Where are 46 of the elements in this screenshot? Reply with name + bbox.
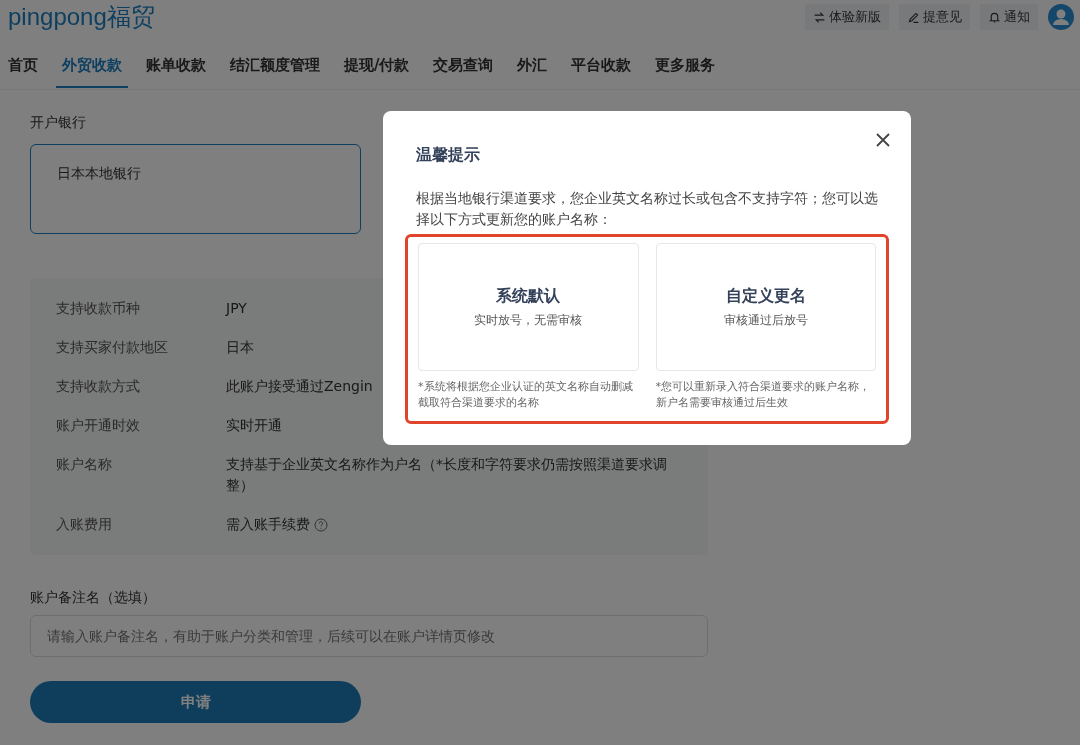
info-label: 入账费用	[56, 515, 113, 534]
info-value: 需入账手续费	[226, 515, 310, 534]
option-note: *系统将根据您企业认证的英文名称自动删减截取符合渠道要求的名称	[418, 379, 634, 411]
info-value: 支持基于企业英文名称作为户名（*长度和字符要求仍需按照渠道要求调整）	[226, 455, 668, 495]
nav-tab[interactable]: 外汇	[511, 42, 554, 88]
nav-tab[interactable]: 交易查询	[427, 42, 500, 88]
info-value: 日本	[226, 338, 254, 357]
header-action[interactable]: 提意见	[899, 4, 970, 30]
bank-option[interactable]: 日本本地银行	[30, 144, 361, 234]
option-title: 自定义更名	[725, 286, 806, 307]
brand-logo[interactable]: pingpong福贸	[8, 1, 155, 33]
info-label: 支持收款币种	[56, 299, 141, 318]
nav-tab[interactable]: 更多服务	[649, 42, 722, 88]
pencil-icon	[907, 10, 920, 24]
info-value: JPY	[226, 299, 247, 318]
arrows-icon	[813, 10, 826, 24]
bell-icon	[988, 10, 1001, 24]
info-label: 账户名称	[56, 455, 113, 474]
nav-tab[interactable]: 账单收款	[140, 42, 212, 88]
submit-button[interactable]: 申请	[30, 681, 361, 723]
option-title: 系统默认	[496, 286, 561, 307]
dialog-message: 根据当地银行渠道要求，您企业英文名称过长或包含不支持字符；您可以选择以下方式更新您的账户名称：	[416, 189, 879, 229]
help-icon[interactable]	[314, 517, 328, 532]
option-card[interactable]: 系统默认 实时放号，无需审核	[418, 243, 639, 371]
option-card[interactable]: 自定义更名 审核通过后放号	[655, 243, 876, 371]
info-label: 账户开通时效	[56, 416, 141, 435]
field-label: 开户银行	[30, 114, 86, 132]
nav-tab[interactable]: 外贸收款	[56, 42, 128, 88]
option-subtitle: 实时放号，无需审核	[474, 313, 583, 328]
info-label: 支持买家付款地区	[56, 338, 169, 357]
option-note: *您可以重新录入符合渠道要求的账户名称，新户名需要审核通过后生效	[655, 379, 871, 411]
nav-tab[interactable]: 首页	[2, 42, 44, 88]
header-action[interactable]: 通知	[980, 4, 1038, 30]
option-subtitle: 审核通过后放号	[723, 313, 808, 328]
nav-tab[interactable]: 结汇额度管理	[224, 42, 326, 88]
nav-tab[interactable]: 平台收款	[565, 42, 638, 88]
info-label: 支持收款方式	[56, 377, 141, 396]
field-label: 账户备注名（选填）	[30, 589, 156, 607]
remark-input[interactable]: 请输入账户备注名，有助于账户分类和管理，后续可以在账户详情页修改	[30, 615, 708, 657]
info-value: 此账户接受通过Zengin	[226, 377, 373, 396]
dialog-title: 温馨提示	[416, 145, 480, 166]
info-value: 实时开通	[226, 416, 282, 435]
nav-tab[interactable]: 提现/付款	[338, 42, 416, 88]
close-icon[interactable]	[875, 132, 891, 148]
avatar-icon[interactable]	[1048, 4, 1074, 30]
header-action[interactable]: 体验新版	[805, 4, 889, 30]
